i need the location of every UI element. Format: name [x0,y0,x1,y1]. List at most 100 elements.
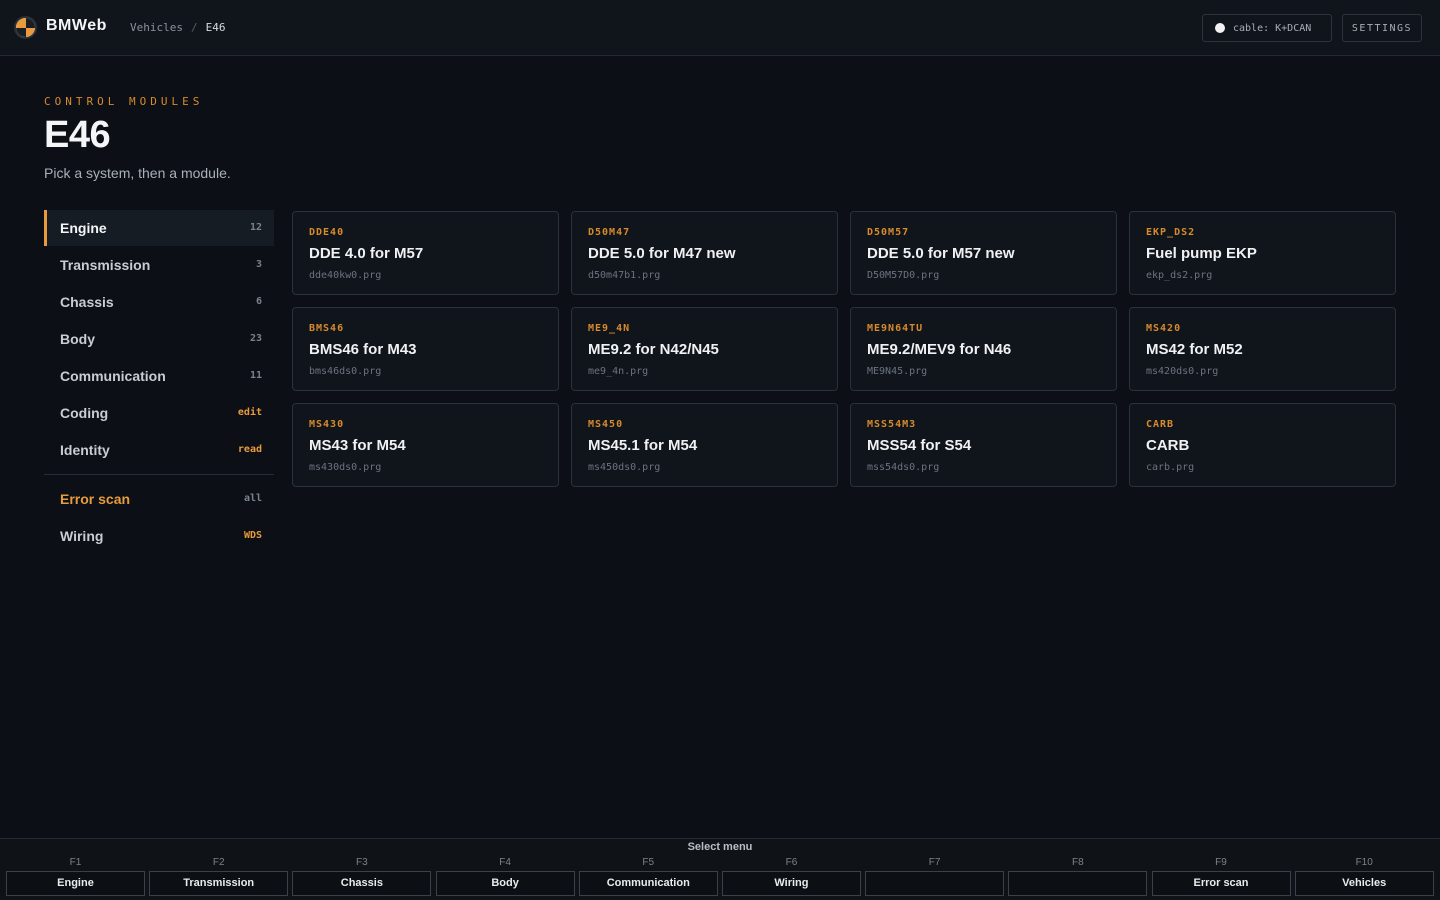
module-name: CARB [1146,437,1190,454]
fkey-f7: F7 [865,855,1005,896]
module-name: MS42 for M52 [1146,341,1243,358]
fkey-number: F5 [642,857,655,868]
cable-status[interactable]: cable: K+DCAN [1202,14,1332,42]
module-file: ekp_ds2.prg [1146,270,1213,281]
module-card[interactable]: ME9_4N ME9.2 for N42/N45 me9_4n.prg [571,307,838,391]
module-file: d50m47b1.prg [588,270,661,281]
module-name: DDE 4.0 for M57 [309,245,424,262]
module-card[interactable]: DDE40 DDE 4.0 for M57 dde40kw0.prg [292,211,559,295]
module-code: ME9N64TU [867,323,924,334]
module-card[interactable]: D50M47 DDE 5.0 for M47 new d50m47b1.prg [571,211,838,295]
module-code: BMS46 [309,323,345,334]
sidebar-item-engine[interactable]: Engine 12 [44,210,274,246]
fkey-f10: F10 Vehicles [1294,855,1434,896]
module-code: MS430 [309,419,345,430]
module-file: mss54ds0.prg [867,462,940,473]
brand-name[interactable]: BMWeb [46,17,107,35]
fkey-communication-button[interactable]: Communication [578,871,718,896]
module-card[interactable]: BMS46 BMS46 for M43 bms46ds0.prg [292,307,559,391]
module-file: carb.prg [1146,462,1195,473]
settings-button[interactable]: SETTINGS [1342,14,1422,42]
module-code: EKP_DS2 [1146,227,1196,238]
sidebar-item-badge: edit [237,407,262,418]
module-file: ms430ds0.prg [309,462,382,473]
sidebar-item-body[interactable]: Body 23 [44,321,274,357]
module-name: DDE 5.0 for M47 new [588,245,736,262]
sidebar-item-count: 12 [249,222,262,233]
module-grid: DDE40 DDE 4.0 for M57 dde40kw0.prg D50M4… [292,211,1396,487]
sidebar-item-badge: all [243,493,262,504]
system-sidebar: Engine 12 Transmission 3 Chassis 6 Body … [44,210,274,555]
module-file: me9_4n.prg [588,366,649,377]
module-file: bms46ds0.prg [309,366,382,377]
bmw-logo-icon[interactable] [14,16,37,39]
module-code: MS420 [1146,323,1182,334]
function-keys: F1 Engine F2 Transmission F3 Chassis F4 … [6,855,1434,896]
module-card[interactable]: MS450 MS45.1 for M54 ms450ds0.prg [571,403,838,487]
module-name: DDE 5.0 for M57 new [867,245,1015,262]
sidebar-item-communication[interactable]: Communication 11 [44,358,274,394]
fkey-number: F9 [1215,857,1227,868]
module-file: ms420ds0.prg [1146,366,1219,377]
sidebar-item-wiring[interactable]: Wiring WDS [44,518,274,554]
module-file: D50M57D0.prg [867,270,940,281]
breadcrumb-separator: / [190,21,198,34]
sidebar-item-count: 6 [255,296,262,307]
module-code: CARB [1146,419,1175,430]
module-card[interactable]: ME9N64TU ME9.2/MEV9 for N46 ME9N45.prg [850,307,1117,391]
module-code: D50M57 [867,227,910,238]
breadcrumb: Vehicles / E46 [130,21,225,34]
fkey-wiring-button[interactable]: Wiring [721,871,861,896]
sidebar-item-chassis[interactable]: Chassis 6 [44,284,274,320]
fkey-number: F7 [928,857,941,868]
sidebar-item-count: 11 [249,370,262,381]
module-card[interactable]: MS420 MS42 for M52 ms420ds0.prg [1129,307,1396,391]
cable-status-label: cable: K+DCAN [1233,22,1312,34]
sidebar-item-label: Chassis [60,294,114,310]
fkey-number: F10 [1355,857,1373,868]
sidebar-item-count: 3 [255,259,262,270]
sidebar-item-count: 23 [249,333,262,344]
fkey-f5: F5 Communication [578,855,718,896]
top-bar: BMWeb Vehicles / E46 cable: K+DCAN SETTING… [0,0,1440,56]
fkey-number: F8 [1071,857,1084,868]
section-eyebrow: CONTROL MODULES [44,95,204,108]
module-code: MSS54M3 [867,419,917,430]
fkey-f3: F3 Chassis [292,855,432,896]
module-code: ME9_4N [588,323,631,334]
fkey-empty-button[interactable] [1008,871,1148,896]
module-code: DDE40 [309,227,345,238]
module-card[interactable]: MS430 MS43 for M54 ms430ds0.prg [292,403,559,487]
fkey-number: F6 [785,857,798,868]
fkey-f2: F2 Transmission [149,855,289,896]
fkey-f9: F9 Error scan [1151,855,1291,896]
module-file: dde40kw0.prg [309,270,382,281]
breadcrumb-vehicles[interactable]: Vehicles [130,21,183,34]
fkey-vehicles-button[interactable]: Vehicles [1294,871,1434,896]
fkey-f4: F4 Body [435,855,575,896]
module-code: D50M47 [588,227,631,238]
module-card[interactable]: MSS54M3 MSS54 for S54 mss54ds0.prg [850,403,1117,487]
sidebar-item-identity[interactable]: Identity read [44,432,274,468]
module-card[interactable]: D50M57 DDE 5.0 for M57 new D50M57D0.prg [850,211,1117,295]
fkey-number: F4 [499,857,511,868]
fkey-body-button[interactable]: Body [435,871,575,896]
module-name: ME9.2 for N42/N45 [588,341,719,358]
module-card[interactable]: CARB CARB carb.prg [1129,403,1396,487]
fkey-chassis-button[interactable]: Chassis [292,871,432,896]
sidebar-item-error-scan[interactable]: Error scan all [44,481,274,517]
fkey-error-scan-button[interactable]: Error scan [1151,871,1291,896]
fkey-transmission-button[interactable]: Transmission [149,871,289,896]
fkey-number: F1 [69,857,82,868]
fkey-f6: F6 Wiring [721,855,861,896]
sidebar-item-badge: read [237,444,262,455]
module-name: ME9.2/MEV9 for N46 [867,341,1012,358]
module-card[interactable]: EKP_DS2 Fuel pump EKP ekp_ds2.prg [1129,211,1396,295]
fkey-empty-button[interactable] [865,871,1005,896]
sidebar-item-label: Communication [60,368,166,384]
module-name: MSS54 for S54 [867,437,972,454]
sidebar-item-coding[interactable]: Coding edit [44,395,274,431]
sidebar-item-transmission[interactable]: Transmission 3 [44,247,274,283]
fkey-f8: F8 [1008,855,1148,896]
fkey-engine-button[interactable]: Engine [6,871,145,896]
